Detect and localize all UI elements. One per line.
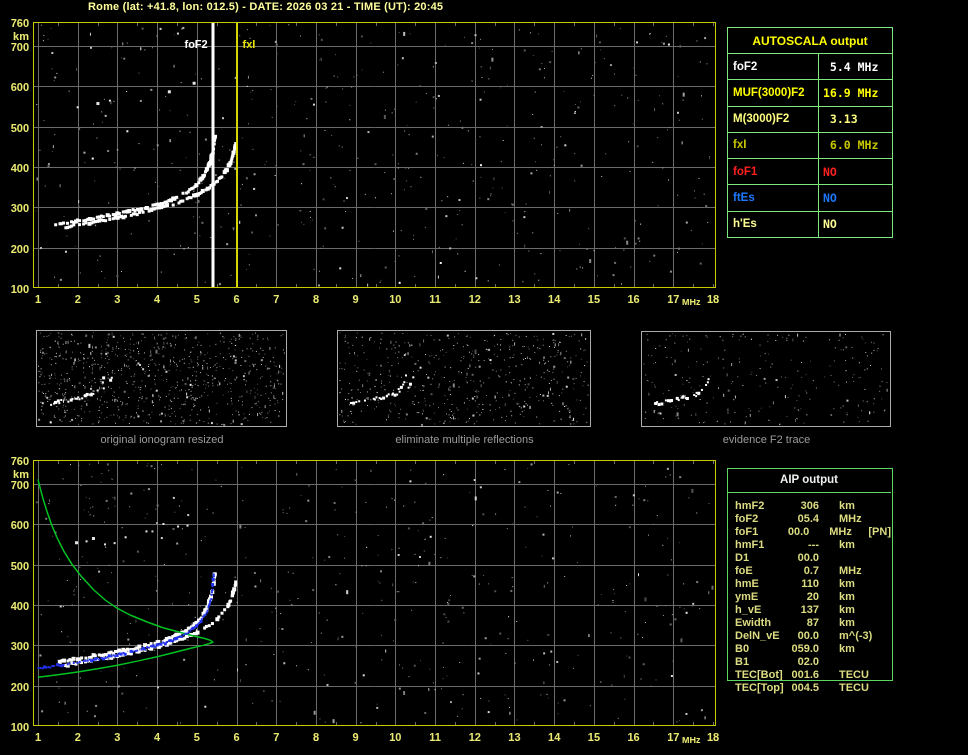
ionogram-top-chart [0, 16, 722, 316]
aip-unit: km [839, 603, 855, 616]
ionogram-bottom-chart [0, 454, 722, 754]
autoscala-table-body: foF2 5.4 MHz MUF(3000)F2 16.9 MHz M(3000)F2… [728, 54, 892, 237]
autoscala-param-value: 3.13 [823, 112, 858, 127]
aip-table-body: hmF2 306 km foF2 05.4 MHz foF1 00.0 MHz [PN] hmF1 -… [727, 493, 891, 694]
autoscala-param-value: 16.9 MHz [823, 85, 879, 100]
aip-label: hmF2 [735, 499, 765, 512]
autoscala-param-label: fxI [728, 132, 819, 159]
aip-value: 004.5 [791, 681, 819, 694]
aip-label: foF2 [735, 512, 759, 525]
autoscala-row-m3000f2: M(3000)F2 3.13 [728, 106, 892, 133]
aip-value: 05.4 [797, 512, 819, 525]
aip-value: 00.0 [787, 525, 810, 538]
aip-output-table: AIP output hmF2 306 km foF2 05.4 MHz foF1 00.0 M… [727, 468, 891, 694]
autoscala-param-value: 6.0 MHz [823, 138, 879, 153]
aip-row-tectop: TEC[Top] 004.5 TECU [727, 681, 891, 694]
aip-value: 137 [800, 603, 819, 616]
aip-value: 001.6 [791, 668, 819, 681]
autoscala-param-value: NO [823, 191, 837, 206]
aip-unit: km [839, 642, 855, 655]
aip-row-d1: D1 00.0 [727, 551, 891, 564]
autoscala-param-value: 5.4 MHz [823, 59, 879, 74]
aip-unit: km [839, 499, 855, 512]
aip-label: ymE [735, 590, 759, 603]
aip-unit: km [839, 577, 855, 590]
autoscala-param-label: h'Es [728, 211, 819, 237]
autoscala-row-hes: h'Es NO [728, 211, 892, 237]
aip-label: hmF1 [735, 538, 765, 551]
aip-row-hmf2: hmF2 306 km [727, 499, 891, 512]
aip-extra: [PN] [868, 525, 891, 538]
aip-unit: MHz [839, 512, 862, 525]
aip-value: 00.0 [797, 629, 819, 642]
autoscala-row-fof2: foF2 5.4 MHz [728, 54, 892, 81]
autoscala-app-window: { "title": "Rome (lat: +41.8, lon: 012.5… [0, 0, 968, 755]
aip-value: 02.0 [797, 655, 819, 668]
aip-label: TEC[Top] [735, 681, 784, 694]
aip-label: hmE [735, 577, 759, 590]
aip-row-b0: B0 059.0 km [727, 642, 891, 655]
autoscala-param-label: foF2 [728, 54, 819, 80]
caption-eliminate-reflections: eliminate multiple reflections [395, 434, 534, 446]
autoscala-row-fxi: fxI 6.0 MHz [728, 132, 892, 160]
aip-unit: km [839, 590, 855, 603]
aip-label: B0 [735, 642, 750, 655]
aip-value: 059.0 [791, 642, 819, 655]
aip-value: 20 [806, 590, 819, 603]
autoscala-row-muf3000f2: MUF(3000)F2 16.9 MHz [728, 80, 892, 107]
aip-value: 87 [806, 616, 819, 629]
caption-original-ionogram: original ionogram resized [100, 434, 224, 446]
aip-label: h_vE [735, 603, 762, 616]
aip-unit: TECU [839, 668, 869, 681]
autoscala-param-value: NO [823, 164, 837, 179]
aip-value: 0.7 [803, 564, 819, 577]
aip-row-ewidth: Ewidth 87 km [727, 616, 891, 629]
caption-evidence-f2-trace: evidence F2 trace [722, 434, 811, 446]
aip-value: --- [808, 538, 819, 551]
aip-unit: km [839, 616, 855, 629]
autoscala-param-label: MUF(3000)F2 [728, 80, 819, 106]
aip-table-header: AIP output [727, 468, 891, 493]
aip-row-b1: B1 02.0 [727, 655, 891, 668]
aip-label: TEC[Bot] [735, 668, 783, 681]
aip-label: foF1 [735, 525, 759, 538]
thumbnail-eliminate-reflections [337, 330, 592, 428]
aip-label: B1 [735, 655, 750, 668]
aip-label: foE [735, 564, 753, 577]
aip-label: D1 [735, 551, 750, 564]
aip-row-fof2: foF2 05.4 MHz [727, 512, 891, 525]
autoscala-param-label: ftEs [728, 185, 819, 211]
aip-value: 00.0 [797, 551, 819, 564]
aip-row-foe: foE 0.7 MHz [727, 564, 891, 577]
aip-value: 110 [801, 577, 819, 590]
aip-row-yme: ymE 20 km [727, 590, 891, 603]
autoscala-output-table: AUTOSCALA output foF2 5.4 MHz MUF(3000)F2… [727, 27, 893, 238]
aip-unit: m^(-3) [839, 629, 873, 642]
station-title: Rome (lat: +41.8, lon: 012.5) - DATE: 20… [88, 1, 444, 13]
autoscala-param-label: M(3000)F2 [728, 106, 819, 132]
aip-value: 306 [800, 499, 819, 512]
autoscala-param-value: NO [823, 217, 837, 232]
aip-row-hve: h_vE 137 km [727, 603, 891, 616]
aip-row-delnve: DelN_vE 00.0 m^(-3) [727, 629, 891, 642]
thumbnail-original-ionogram [36, 330, 288, 428]
aip-label: Ewidth [735, 616, 772, 629]
aip-row-hme: hmE 110 km [727, 577, 891, 590]
aip-row-fof1: foF1 00.0 MHz [PN] [727, 525, 891, 538]
aip-label: DelN_vE [735, 629, 780, 642]
autoscala-param-label: foF1 [728, 159, 819, 185]
autoscala-row-ftes: ftEs NO [728, 185, 892, 212]
aip-unit: MHz [839, 564, 862, 577]
aip-row-tecbot: TEC[Bot] 001.6 TECU [727, 668, 891, 681]
thumbnail-evidence-f2-trace [641, 331, 892, 428]
aip-unit: TECU [839, 681, 869, 694]
aip-unit: MHz [829, 525, 852, 538]
aip-row-hmf1: hmF1 --- km [727, 538, 891, 551]
aip-unit: km [839, 538, 855, 551]
autoscala-row-fof1: foF1 NO [728, 159, 892, 186]
autoscala-table-header: AUTOSCALA output [728, 28, 892, 54]
